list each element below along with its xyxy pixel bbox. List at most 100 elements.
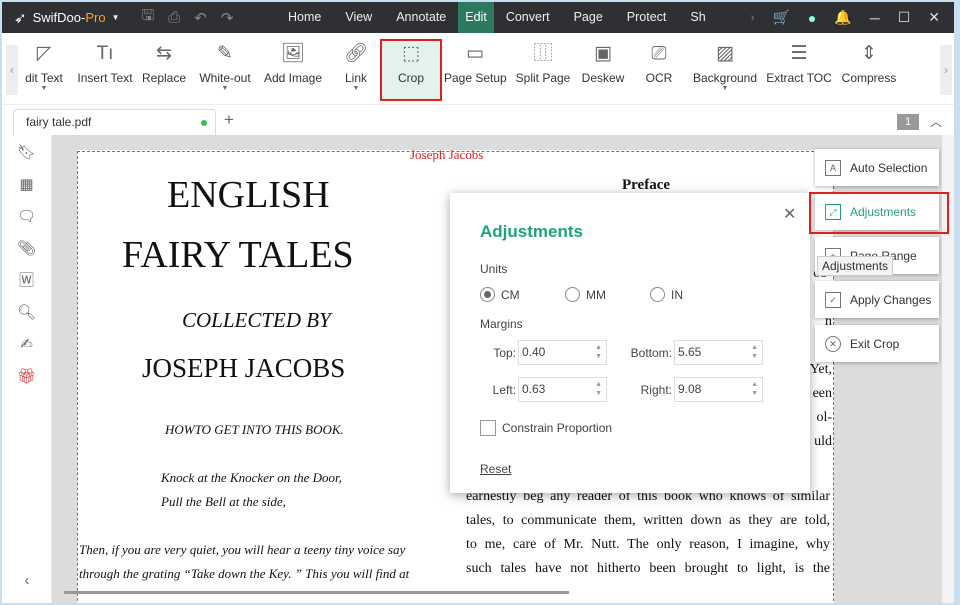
menu-page[interactable]: Page [562,2,615,33]
adjustments-highlight [809,192,949,234]
toolbar-crop-button[interactable]: ⬚ Crop [380,39,442,101]
attachment-icon[interactable]: 📎︎ [2,233,51,265]
top-margin-input[interactable]: 0.40 ▲ ▼ [518,340,607,365]
white-out-icon: ✎ [217,43,233,64]
menu-convert[interactable]: Convert [494,2,562,33]
dropdown-arrow-icon[interactable]: ▼ [338,85,374,93]
toolbar-ocr-button[interactable]: ⎚ OCR [634,39,684,101]
radio-icon [565,287,580,302]
undo-icon[interactable]: ↶ [194,9,207,27]
signature-icon[interactable]: ✍︎ [2,329,51,361]
toolbar-link-button[interactable]: 🔗︎ Link ▼ [338,39,374,101]
dropdown-arrow-icon[interactable]: ▼ [20,85,68,93]
menu-protect[interactable]: Protect [615,2,679,33]
menu-sh[interactable]: Sh [678,2,717,33]
left-margin-input[interactable]: 0.63 ▲ ▼ [518,377,607,402]
search-icon[interactable]: 🔍︎ [2,297,51,329]
page-setup-icon: ▭ [466,43,484,64]
unit-radio-in[interactable]: IN [650,287,683,302]
stepper-icon[interactable]: ▲ ▼ [595,343,602,361]
text-fragment: ol- [816,410,832,425]
toolbar-insert-text-button[interactable]: Tı Insert Text [74,39,136,101]
split-page-icon: ⿲ [533,43,553,64]
stepper-icon[interactable]: ▲ ▼ [751,343,758,361]
main-menu: Home View Annotate Edit Convert Page Protect Sh [276,2,718,33]
redo-icon[interactable]: ↷ [221,9,234,27]
collapse-icon[interactable]: ︿ [930,113,942,130]
word-icon[interactable]: 🅆 [2,265,51,297]
extract-toc-icon: ☰ [790,43,808,64]
left-label: Left: [492,382,516,397]
toolbar-dit-text-button[interactable]: ◸ dit Text ▼ [20,39,68,101]
chevron-down-icon[interactable]: ▼ [112,13,120,22]
close-dialog-icon[interactable]: ✕ [783,204,796,224]
menu-edit[interactable]: Edit [458,2,494,33]
toolbar-extract-toc-button[interactable]: ☰ Extract TOC [766,39,832,101]
toolbar-scroll-left[interactable]: ‹ [6,45,18,95]
bottom-label: Bottom: [630,345,672,360]
reset-link[interactable]: Reset [480,462,511,476]
bookmark-icon[interactable]: 🔖︎ [2,137,51,169]
toolbar-split-page-button[interactable]: ⿲ Split Page [514,39,572,101]
preface-heading: Preface [622,177,671,193]
toolbar-compress-button[interactable]: ⇕ Compress [838,39,900,101]
toolbar-replace-button[interactable]: ⇆ Replace [139,39,189,101]
toolbar-add-image-button[interactable]: 🖼︎ Add Image [260,39,326,101]
margins-label: Margins [480,317,523,331]
title-bar: ➶ SwifDoo-Pro ▼ 🖫 ⎙ ↶ ↷ Home View Annotate… [2,2,954,33]
unit-radio-mm[interactable]: MM [565,287,606,302]
app-logo[interactable]: ➶ SwifDoo-Pro ▼ [14,9,119,27]
page-header: Joseph Jacobs [410,147,484,162]
constrain-proportion-checkbox[interactable]: Constrain Proportion [480,420,612,436]
toolbar-background-button[interactable]: ▨ Background ▼ [690,39,760,101]
checkbox-icon [480,420,496,436]
comment-icon[interactable]: 🗨︎ [2,201,51,233]
image-icon: 🖼︎ [280,43,306,64]
right-margin-input[interactable]: 9.08 ▲ ▼ [674,377,763,402]
toolbar-white-out-button[interactable]: ✎ White-out ▼ [194,39,256,101]
thumbnails-icon[interactable]: ▦ [2,169,51,201]
tab-fairy-tale[interactable]: fairy tale.pdf [13,109,216,135]
cart-icon[interactable]: 🛒 [772,9,789,26]
book-title-line1: ENGLISH [167,174,330,216]
print-icon[interactable]: ⎙ [168,9,180,26]
minimize-icon[interactable]: ─ [870,10,880,26]
paragraph-line: such tales have not hitherto been brough… [466,561,830,576]
apply-changes-icon: ✓ [825,291,841,308]
text-fragment: een [812,386,832,401]
dropdown-arrow-icon[interactable]: ▼ [194,85,256,93]
bell-icon[interactable]: 🔔 [834,9,851,26]
menu-more-icon[interactable]: › [751,12,755,24]
gift-icon[interactable]: 🎁︎ [2,361,51,393]
tooltip: Adjustments [817,256,894,276]
menu-home[interactable]: Home [276,2,333,33]
menu-annotate[interactable]: Annotate [384,2,458,33]
insert-text-icon: Tı [96,43,114,64]
stepper-icon[interactable]: ▲ ▼ [751,380,758,398]
verse-line: Knock at the Knocker on the Door, [161,470,342,485]
stepper-icon[interactable]: ▲ ▼ [595,380,602,398]
maximize-icon[interactable]: ☐ [898,9,911,26]
crop-auto-selection-button[interactable]: A Auto Selection [815,149,939,186]
toolbar-page-setup-button[interactable]: ▭ Page Setup [444,39,507,101]
save-icon[interactable]: 🖫 [141,5,154,30]
crop-exit-crop-button[interactable]: ✕ Exit Crop [815,325,939,362]
section-heading: HOWTO GET INTO THIS BOOK. [165,422,344,437]
add-tab-icon[interactable]: + [224,110,234,130]
paragraph-line: Then, if you are very quiet, you will he… [79,542,406,557]
crop-icon: ⬚ [402,43,420,64]
toolbar-deskew-button[interactable]: ▣ Deskew [578,39,628,101]
toolbar-scroll-right[interactable]: › [940,45,952,95]
menu-view[interactable]: View [333,2,384,33]
crop-apply-changes-button[interactable]: ✓ Apply Changes [815,281,939,318]
dropdown-arrow-icon[interactable]: ▼ [690,85,760,93]
compress-icon: ⇕ [861,43,877,64]
left-sidebar: 🔖︎ ▦ 🗨︎ 📎︎ 🅆 🔍︎ ✍︎ 🎁︎ ‹ [2,135,52,603]
paragraph-line: through the grating “Take down the Key. … [79,566,410,581]
close-icon[interactable]: ✕ [928,9,940,26]
user-avatar-icon[interactable]: ● [808,10,816,26]
unit-radio-cm[interactable]: CM [480,287,520,302]
horizontal-scrollbar[interactable] [64,591,569,594]
bottom-margin-input[interactable]: 5.65 ▲ ▼ [674,340,763,365]
collapse-sidebar-icon[interactable]: ‹ [2,565,52,597]
